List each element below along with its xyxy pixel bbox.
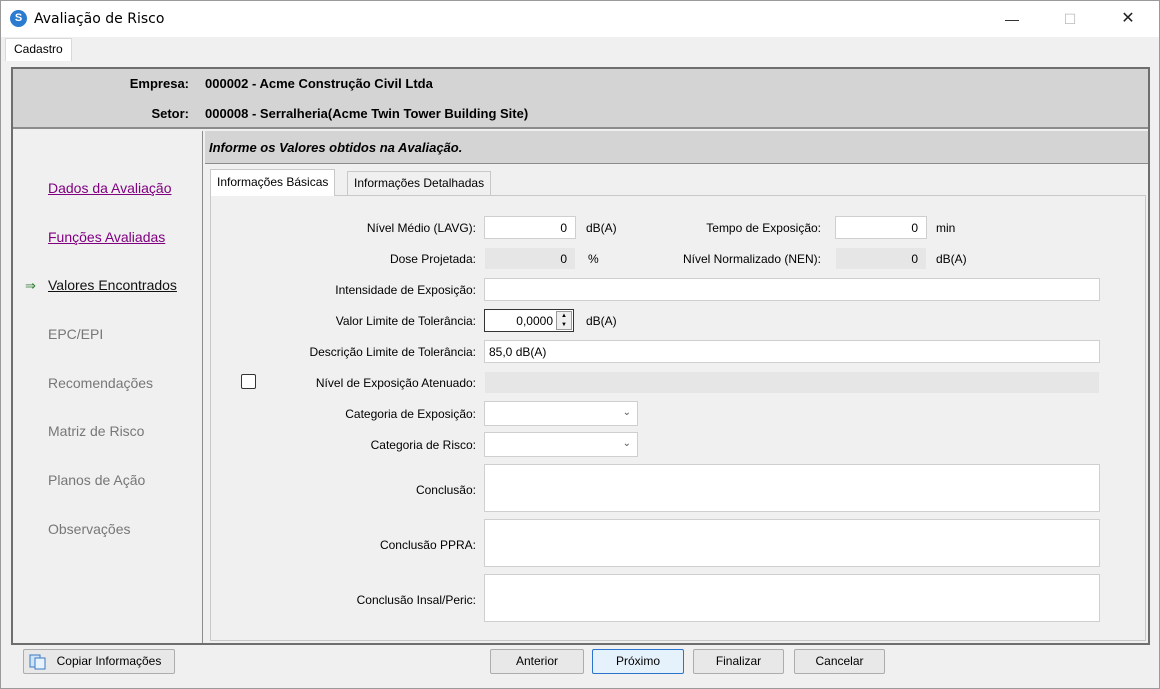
menu-cadastro[interactable]: Cadastro [5,38,72,61]
current-step-arrow-icon: ⇒ [25,278,36,293]
vlt-label: Valor Limite de Tolerância: [335,314,476,328]
sidebar-item-planos-acao[interactable]: Planos de Ação [48,472,145,488]
window-title: Avaliação de Risco [34,11,165,27]
maximize-button[interactable]: ☐ [1047,1,1093,37]
main-frame: Empresa: 000002 - Acme Construção Civil … [11,67,1150,645]
spin-down-icon[interactable]: ▼ [557,321,571,330]
nen-unit: dB(A) [936,252,967,266]
vlt-value: 0,0000 [516,314,553,328]
app-logo-icon: S [10,10,27,27]
intensidade-input[interactable] [484,278,1100,301]
intensidade-label: Intensidade de Exposição: [335,283,476,297]
cat-risco-select[interactable]: ⌄ [484,432,638,457]
sidebar-item-valores-encontrados[interactable]: Valores Encontrados [48,277,177,293]
app-window: S Avaliação de Risco — ☐ ✕ Cadastro Empr… [0,0,1160,689]
tempo-exposicao-input[interactable]: 0 [835,216,927,239]
atenuado-input [484,371,1100,394]
header-info: Empresa: 000002 - Acme Construção Civil … [13,69,1148,129]
tab-panel-basicas: Nível Médio (LAVG): 0 dB(A) Tempo de Exp… [210,195,1146,641]
nen-value: 0 [835,247,927,270]
tab-informacoes-detalhadas[interactable]: Informações Detalhadas [347,171,492,195]
anterior-button[interactable]: Anterior [490,649,584,674]
spin-up-icon[interactable]: ▲ [557,312,571,321]
sidebar-item-observacoes[interactable]: Observações [48,521,130,537]
conclusao-textarea[interactable] [484,464,1100,512]
vlt-unit: dB(A) [586,314,617,328]
cat-exposicao-select[interactable]: ⌄ [484,401,638,426]
empresa-label: Empresa: [129,76,189,91]
nen-label: Nível Normalizado (NEN): [682,252,821,266]
atenuado-label: Nível de Exposição Atenuado: [315,376,476,390]
sidebar-item-recomendacoes[interactable]: Recomendações [48,375,153,391]
copiar-label: Copiar Informações [56,654,162,668]
tab-informacoes-basicas[interactable]: Informações Básicas [210,169,336,196]
conclusao-insal-textarea[interactable] [484,574,1100,622]
tempo-exposicao-unit: min [936,221,956,235]
menu-bar: Cadastro [1,37,1159,61]
cancelar-button[interactable]: Cancelar [794,649,885,674]
setor-value: 000008 - Serralheria(Acme Twin Tower Bui… [205,106,529,121]
chevron-down-icon: ⌄ [622,407,631,418]
tab-control: Informações Básicas Informações Detalhad… [210,169,1148,641]
sidebar-item-dados-avaliacao[interactable]: Dados da Avaliação [48,180,172,196]
dose-projetada-label: Dose Projetada: [389,252,476,266]
tempo-exposicao-label: Tempo de Exposição: [706,221,821,235]
wizard-sidebar: Dados da Avaliação Funções Avaliadas ⇒ V… [13,131,203,643]
sidebar-item-matriz-risco[interactable]: Matriz de Risco [48,423,144,439]
conclusao-label: Conclusão: [415,483,476,497]
empresa-value: 000002 - Acme Construção Civil Ltda [205,76,433,91]
setor-label: Setor: [151,106,189,121]
cat-risco-label: Categoria de Risco: [370,438,476,452]
content-heading: Informe os Valores obtidos na Avaliação. [209,140,463,155]
finalizar-button[interactable]: Finalizar [693,649,784,674]
copy-icon [29,654,46,670]
conclusao-ppra-textarea[interactable] [484,519,1100,567]
dose-projetada-value: 0 [484,247,576,270]
conclusao-ppra-label: Conclusão PPRA: [379,538,476,552]
proximo-button[interactable]: Próximo [592,649,684,674]
copiar-informacoes-button[interactable]: Copiar Informações [23,649,175,674]
sidebar-item-epc-epi[interactable]: EPC/EPI [48,326,103,342]
desc-vlt-input[interactable]: 85,0 dB(A) [484,340,1100,363]
title-bar: S Avaliação de Risco — ☐ ✕ [1,1,1159,37]
minimize-button[interactable]: — [989,1,1035,37]
vlt-stepper[interactable]: 0,0000 ▲ ▼ [484,309,574,332]
cat-exposicao-label: Categoria de Exposição: [345,407,476,421]
nivel-medio-input[interactable]: 0 [484,216,576,239]
content-heading-band: Informe os Valores obtidos na Avaliação. [205,131,1148,164]
sidebar-item-funcoes-avaliadas[interactable]: Funções Avaliadas [48,229,165,245]
desc-vlt-label: Descrição Limite de Tolerância: [309,345,476,359]
vlt-spin-buttons[interactable]: ▲ ▼ [556,311,572,330]
conclusao-insal-label: Conclusão Insal/Peric: [356,593,476,607]
nivel-medio-label: Nível Médio (LAVG): [366,221,476,235]
chevron-down-icon: ⌄ [622,438,631,449]
close-button[interactable]: ✕ [1105,1,1151,37]
